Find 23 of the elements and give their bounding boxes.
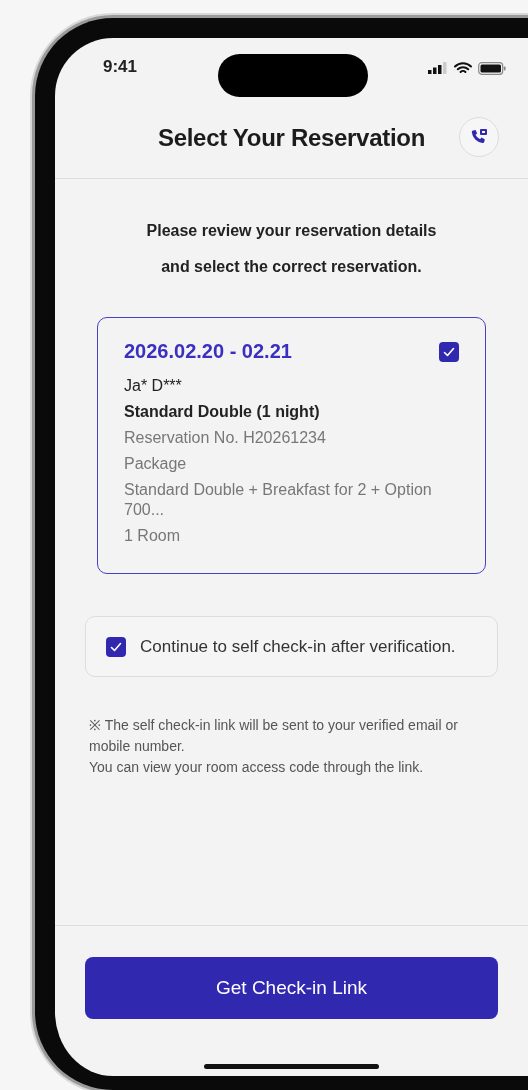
reservation-number: Reservation No. H20261234 bbox=[124, 428, 327, 448]
signal-icon bbox=[428, 62, 448, 74]
guest-name: Ja* D*** bbox=[124, 376, 183, 396]
note-text: You can view your room access code through the link. bbox=[89, 758, 425, 777]
wifi-icon bbox=[454, 61, 472, 75]
call-button[interactable] bbox=[459, 117, 499, 157]
note-text: ※ The self check-in link will be sent to your verified email or mobile number. bbox=[89, 716, 459, 756]
page-title: Select Your Reservation bbox=[158, 124, 425, 152]
continue-option-label: Continue to self check-in after verification. bbox=[140, 636, 456, 657]
room-type: Standard Double (1 night) bbox=[124, 402, 321, 422]
status-time: 9:41 bbox=[103, 57, 138, 77]
reservation-dates: 2026.02.20 - 02.21 bbox=[124, 340, 292, 363]
phone-icon bbox=[470, 128, 488, 146]
room-count: 1 Room bbox=[124, 526, 182, 546]
continue-option[interactable]: Continue to self check-in after verification. bbox=[85, 616, 498, 677]
package-label: Package bbox=[124, 454, 188, 474]
intro-text: Please review your reservation details and select the correct reservation. bbox=[145, 221, 438, 277]
reservation-card[interactable]: 2026.02.20 - 02.21 Ja* D*** Standard Double (1 night) Reservation No. H20261234 Package Standard Double + Breakfast for 2 + Option 700... 1 Room bbox=[97, 317, 486, 574]
checkbox[interactable] bbox=[439, 341, 459, 362]
package-description: Standard Double + Breakfast for 2 + Option 700... bbox=[124, 480, 433, 520]
battery-icon bbox=[478, 61, 506, 75]
get-link-button[interactable]: Get Check-in Link bbox=[85, 957, 498, 1019]
checkbox[interactable] bbox=[106, 636, 126, 657]
